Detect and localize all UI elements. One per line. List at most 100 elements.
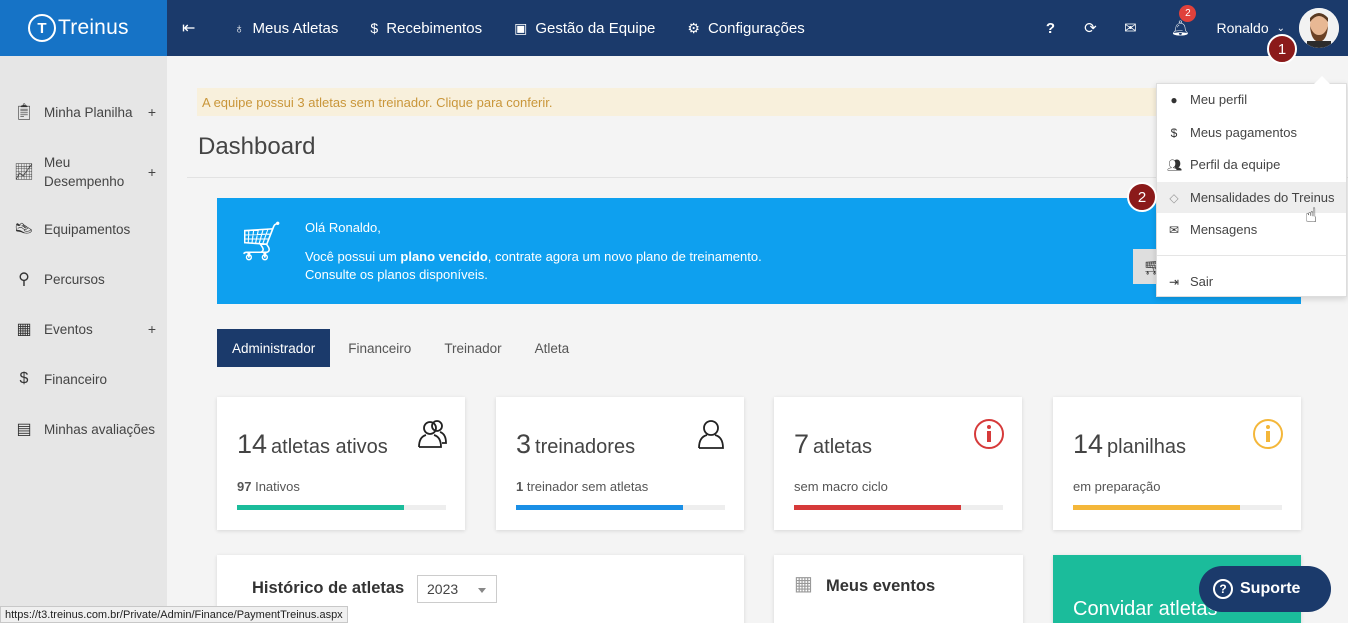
sync-icon[interactable]: ⟳ — [1070, 19, 1110, 37]
dashboard-tabs: Administrador Financeiro Treinador Atlet… — [217, 329, 587, 367]
calendar-icon: ▦ — [16, 321, 32, 338]
sidebar-toggle-icon[interactable]: ⇤ — [182, 18, 202, 38]
question-icon: ? — [1213, 579, 1233, 599]
metric-unit: atletas ativos — [271, 436, 388, 458]
user-dropdown-menu: ● Meu perfil $ Meus pagamentos 👥︎ Perfil… — [1156, 76, 1347, 297]
expand-plus-icon[interactable]: + — [148, 321, 156, 337]
menu-item-mensalidades-treinus[interactable]: ◇ Mensalidades do Treinus — [1157, 182, 1346, 213]
card-subtitle: 97 Inativos — [237, 479, 300, 494]
sidebar-item-meu-desempenho[interactable]: 📈︎ Meu Desempenho + — [0, 152, 167, 192]
brand-name: Treinus — [58, 16, 129, 39]
menu-item-sair[interactable]: ⇥ Sair — [1157, 266, 1346, 297]
nav-meus-atletas[interactable]: ♁ Meus Atletas — [234, 20, 338, 37]
support-button[interactable]: ? Suporte — [1199, 566, 1331, 612]
dropdown-arrow — [1314, 76, 1330, 84]
card-subtitle: 1 treinador sem atletas — [516, 479, 648, 494]
sidebar-item-eventos[interactable]: ▦ Eventos + — [0, 318, 167, 340]
step-marker-2: 2 — [1127, 182, 1157, 212]
step-marker-1: 1 — [1267, 34, 1297, 64]
banner-bold-text: plano vencido — [400, 249, 488, 264]
tag-icon: ◇ — [1169, 190, 1179, 205]
sidebar-item-financeiro[interactable]: $ Financeiro — [0, 368, 167, 390]
card-subtitle: em preparação — [1073, 479, 1160, 494]
support-label: Suporte — [1240, 580, 1301, 597]
progress-fill — [794, 505, 962, 510]
brand-logo[interactable]: T Treinus — [0, 0, 167, 56]
progress-fill — [1073, 505, 1241, 510]
help-icon[interactable]: ? — [1030, 20, 1070, 37]
metric-number: 7 — [794, 429, 810, 459]
menu-item-meus-pagamentos[interactable]: $ Meus pagamentos — [1157, 117, 1346, 148]
user-menu-toggle[interactable]: Ronaldo — [1216, 20, 1268, 36]
tab-administrador[interactable]: Administrador — [217, 329, 331, 367]
tab-treinador[interactable]: Treinador — [429, 329, 516, 367]
sidebar-item-label: Financeiro — [44, 371, 108, 387]
info-icon — [1253, 419, 1283, 449]
nav-recebimentos[interactable]: $ Recebimentos — [370, 20, 482, 37]
bell-icon[interactable]: 🔔︎ 2 — [1160, 5, 1200, 37]
banner-greeting: Olá Ronaldo, — [305, 220, 381, 235]
sidebar-item-equipamentos[interactable]: 👟︎ Equipamentos — [0, 218, 167, 240]
menu-item-label: Perfil da equipe — [1190, 157, 1281, 172]
status-bar-url: https://t3.treinus.com.br/Private/Admin/… — [0, 606, 348, 623]
dollar-icon: $ — [370, 20, 379, 36]
nav-label: Meus Atletas — [252, 19, 339, 37]
card-active-athletes[interactable]: 14 atletas ativos 97 Inativos — [217, 397, 465, 530]
avatar[interactable] — [1299, 8, 1339, 48]
year-select[interactable]: 2023 — [417, 575, 497, 603]
card-metric: 3 treinadores — [516, 429, 635, 460]
nav-label: Gestão da Equipe — [535, 19, 656, 37]
progress-fill — [516, 505, 684, 510]
progress-bar — [794, 505, 1003, 510]
menu-item-label: Meu perfil — [1190, 92, 1248, 107]
nav-configuracoes[interactable]: ⚙ Configurações — [687, 20, 804, 37]
expand-plus-icon[interactable]: + — [148, 164, 156, 180]
sidebar-item-minha-planilha[interactable]: 📋︎ Minha Planilha + — [0, 101, 167, 123]
progress-bar — [516, 505, 725, 510]
users-icon — [418, 420, 447, 448]
metric-unit: treinadores — [535, 436, 636, 458]
menu-item-perfil-equipe[interactable]: 👥︎ Perfil da equipe — [1157, 149, 1346, 180]
nav-label: Configurações — [707, 19, 805, 37]
dollar-icon: $ — [19, 370, 29, 387]
sidebar-item-label: Eventos — [44, 321, 93, 337]
tab-atleta[interactable]: Atleta — [520, 329, 585, 367]
id-card-icon: ▣ — [514, 19, 528, 36]
page-title: Dashboard — [198, 133, 316, 160]
card-no-macrocycle[interactable]: 7 atletas sem macro ciclo — [774, 397, 1022, 530]
panel-title: Convidar atletas — [1073, 598, 1218, 620]
card-spreadsheets[interactable]: 14 planilhas em preparação — [1053, 397, 1301, 530]
medal-icon: ♁ — [234, 20, 245, 36]
top-navbar: T Treinus ⇤ ♁ Meus Atletas $ Recebimento… — [0, 0, 1348, 56]
sidebar-item-percursos[interactable]: ⚲ Percursos — [0, 268, 167, 290]
caret-down-icon — [478, 588, 486, 593]
menu-item-label: Sair — [1190, 274, 1214, 289]
nav-label: Recebimentos — [386, 19, 483, 37]
nav-gestao-equipe[interactable]: ▣ Gestão da Equipe — [514, 20, 655, 37]
envelope-icon[interactable]: ✉ — [1110, 19, 1150, 37]
clipboard-icon: 📋︎ — [13, 104, 35, 121]
ruler-icon: ▤ — [16, 421, 32, 438]
expand-plus-icon[interactable]: + — [148, 104, 156, 120]
metric-number: 14 — [1073, 429, 1104, 459]
hand-cursor-icon: ☝︎ — [1305, 205, 1318, 227]
treinus-logo-icon: T — [28, 14, 56, 42]
card-metric: 14 planilhas — [1073, 429, 1186, 460]
alert-athletes-without-coach[interactable]: A equipe possui 3 atletas sem treinador.… — [197, 88, 1167, 116]
info-icon — [974, 419, 1004, 449]
card-coaches[interactable]: 3 treinadores 1 treinador sem atletas — [496, 397, 744, 530]
tab-financeiro[interactable]: Financeiro — [333, 329, 426, 367]
calendar-icon: ▦ — [794, 573, 813, 595]
banner-text: Você possui um — [305, 249, 401, 264]
sidebar-item-minhas-avaliacoes[interactable]: ▤ Minhas avaliações — [0, 418, 167, 440]
card-metric: 7 atletas — [794, 429, 872, 460]
gears-icon: ⚙ — [687, 19, 700, 36]
route-icon: ⚲ — [18, 271, 30, 288]
metric-number: 3 — [516, 429, 532, 459]
metric-number: 14 — [237, 429, 268, 459]
menu-item-meu-perfil[interactable]: ● Meu perfil — [1157, 84, 1346, 115]
chevron-down-icon[interactable]: ⌄ — [1277, 23, 1285, 34]
menu-item-mensagens[interactable]: ✉ Mensagens — [1157, 214, 1346, 245]
year-value: 2023 — [427, 581, 459, 597]
sidebar-item-label: Meu Desempenho — [44, 155, 125, 189]
